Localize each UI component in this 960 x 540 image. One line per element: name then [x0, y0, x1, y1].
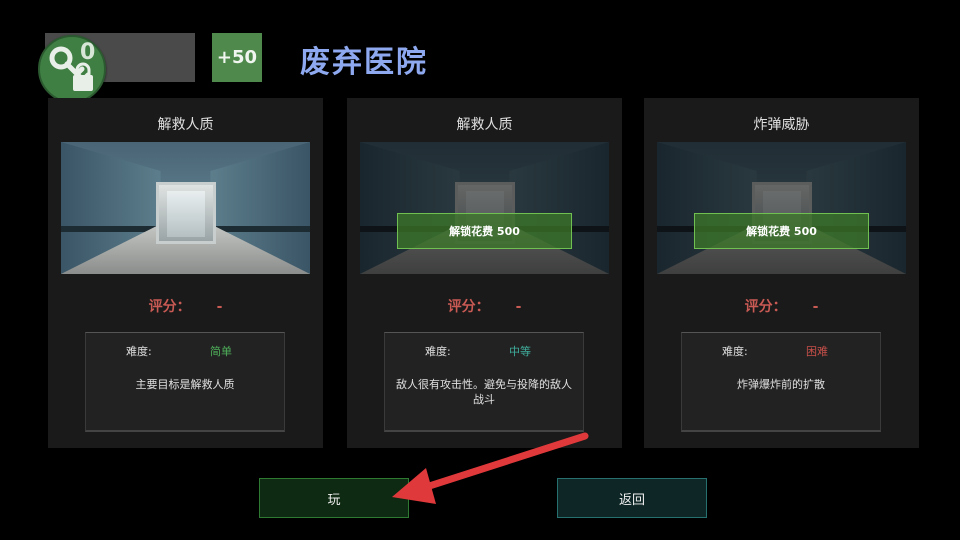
back-button[interactable]: 返回	[557, 478, 707, 518]
map-title: 废弃医院	[300, 45, 428, 80]
mission-card-1[interactable]: 解救人质 评分： - 难度: 简单 主要目标是解救人质	[48, 98, 323, 448]
unlock-button[interactable]: 解锁花费 500	[397, 213, 572, 249]
difficulty-value: 中等	[509, 345, 531, 358]
mission-thumbnail	[360, 142, 609, 274]
mission-thumbnail	[61, 142, 310, 274]
score-label: 评分：	[447, 299, 490, 315]
mission-title: 炸弹威胁	[753, 117, 810, 133]
difficulty-value: 简单	[210, 345, 232, 358]
key-count: 0	[80, 40, 96, 65]
score-line: 评分： -	[48, 296, 323, 316]
score-line: 评分： -	[644, 296, 919, 316]
difficulty-label: 难度:	[126, 345, 152, 358]
mission-description: 炸弹爆炸前的扩散	[737, 378, 825, 391]
score-label: 评分：	[744, 299, 787, 315]
difficulty-value: 困难	[806, 345, 828, 358]
mission-info-box: 难度: 困难 炸弹爆炸前的扩散	[681, 332, 881, 432]
score-line: 评分： -	[347, 296, 622, 316]
play-button[interactable]: 玩	[259, 478, 409, 518]
unlock-button[interactable]: 解锁花费 500	[694, 213, 869, 249]
bonus-button[interactable]: +50	[212, 33, 262, 82]
difficulty-label: 难度:	[722, 345, 748, 358]
key-lock-icon	[38, 35, 106, 103]
score-value: -	[216, 299, 223, 315]
score-value: -	[812, 299, 819, 315]
score-label: 评分：	[148, 299, 191, 315]
mission-card-2[interactable]: 解救人质 解锁花费 500 评分： - 难度: 中等 敌人很有攻击性。避免与投降的…	[347, 98, 622, 448]
mission-title: 解救人质	[456, 117, 513, 133]
mission-info-box: 难度: 中等 敌人很有攻击性。避免与投降的敌人战斗	[384, 332, 584, 432]
mission-info-box: 难度: 简单 主要目标是解救人质	[85, 332, 285, 432]
difficulty-label: 难度:	[425, 345, 451, 358]
mission-description: 敌人很有攻击性。避免与投降的敌人战斗	[396, 378, 572, 406]
score-value: -	[515, 299, 522, 315]
mission-description: 主要目标是解救人质	[135, 378, 235, 391]
mission-title: 解救人质	[157, 117, 214, 133]
mission-thumbnail	[657, 142, 906, 274]
mission-card-3[interactable]: 炸弹威胁 解锁花费 500 评分： - 难度: 困难 炸弹爆炸前的扩散	[644, 98, 919, 448]
